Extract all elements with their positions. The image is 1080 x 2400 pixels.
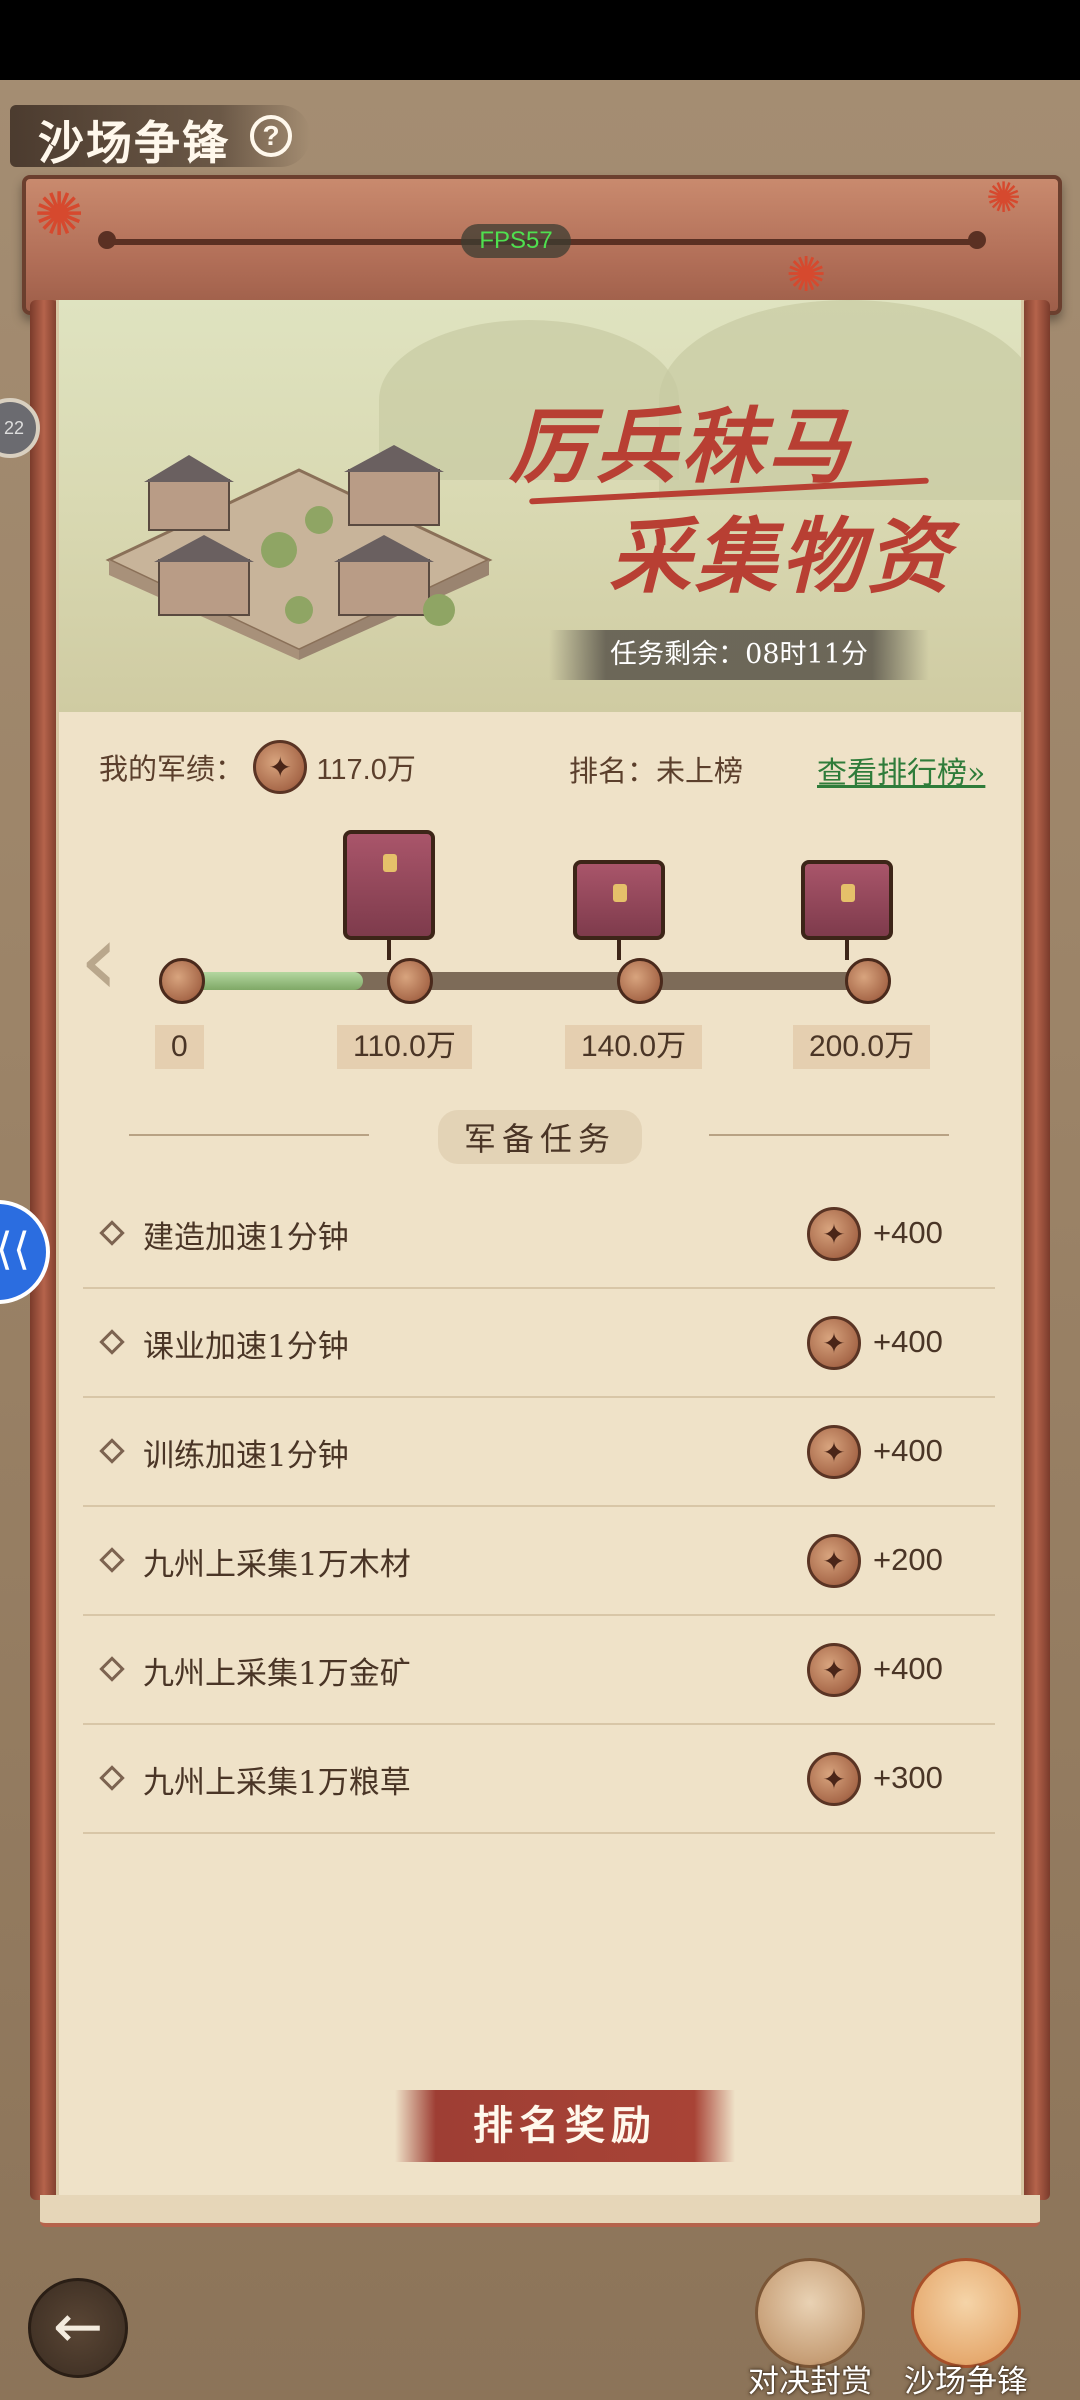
event-banner: 厉兵秣马 采集物资 任务剩余：08时11分 xyxy=(59,300,1021,712)
milestone-progress: ‹ 0 110.0万 140.0万 200.0万 xyxy=(59,820,1021,1080)
banner-title-line2: 采集物资 xyxy=(609,509,953,605)
diamond-bullet-icon xyxy=(99,1547,125,1573)
task-row: 九州上采集1万金矿 +400 xyxy=(83,1616,995,1725)
milestone-node xyxy=(387,958,433,1004)
score-value: 117.0万 xyxy=(316,754,416,786)
view-leaderboard-link[interactable]: 查看排行榜» xyxy=(817,748,985,792)
progress-track xyxy=(169,972,889,990)
divider xyxy=(709,1134,949,1136)
milestone-label: 140.0万 xyxy=(565,1025,703,1069)
tab-duel-rewards[interactable]: 对决封赏 xyxy=(740,2258,880,2400)
reward-chest-opened[interactable] xyxy=(343,830,435,940)
fortress-illustration xyxy=(105,445,493,660)
diamond-bullet-icon xyxy=(99,1656,125,1682)
task-points: +300 xyxy=(873,1760,943,1795)
task-points: +400 xyxy=(873,1324,943,1359)
time-remaining: 任务剩余：08时11分 xyxy=(549,630,929,680)
task-name: 建造加速1分钟 xyxy=(143,1220,349,1256)
task-name: 九州上采集1万木材 xyxy=(143,1547,411,1583)
tasks-section-header: 军备任务 xyxy=(59,1110,1021,1164)
reward-chest[interactable] xyxy=(573,860,665,940)
tab-label: 对决封赏 xyxy=(748,2364,872,2400)
merit-coin-icon xyxy=(807,1752,861,1806)
diamond-bullet-icon xyxy=(99,1329,125,1355)
diamond-bullet-icon xyxy=(99,1220,125,1246)
milestone-node xyxy=(617,958,663,1004)
milestone-label: 200.0万 xyxy=(793,1025,931,1069)
chest-stem xyxy=(387,940,391,960)
status-bar xyxy=(0,0,1080,80)
score-label: 我的军绩： xyxy=(99,752,245,786)
scroll-top-bar: FPS57 ✺ ✺ ✺ xyxy=(22,175,1062,315)
back-arrow-icon[interactable]: ← xyxy=(28,2278,128,2378)
diamond-bullet-icon xyxy=(99,1438,125,1464)
divider xyxy=(129,1134,369,1136)
chevron-left-icon[interactable]: ‹ xyxy=(79,910,119,1010)
tasks-section-title: 军备任务 xyxy=(437,1110,642,1164)
rail-end-right xyxy=(968,231,986,249)
task-name: 训练加速1分钟 xyxy=(143,1438,349,1474)
maple-leaf-icon: ✺ xyxy=(986,173,1022,222)
task-name: 九州上采集1万金矿 xyxy=(143,1656,411,1692)
duel-rewards-icon xyxy=(755,2258,865,2368)
tab-battlefield[interactable]: 沙场争锋 xyxy=(896,2258,1036,2400)
help-icon[interactable]: ? xyxy=(250,115,292,157)
task-row: 建造加速1分钟 +400 xyxy=(83,1180,995,1289)
merit-coin-icon xyxy=(807,1643,861,1697)
rank-rewards-button[interactable]: 排名奖励 xyxy=(395,2090,735,2162)
merit-coin-icon xyxy=(807,1207,861,1261)
page-header: 沙场争锋 ? xyxy=(10,95,330,175)
reward-chest[interactable] xyxy=(801,860,893,940)
task-name: 九州上采集1万粮草 xyxy=(143,1765,411,1801)
merit-coin-icon xyxy=(807,1534,861,1588)
banner-title-line1: 厉兵秣马 xyxy=(509,399,853,495)
task-row: 九州上采集1万粮草 +300 xyxy=(83,1725,995,1834)
battlefield-icon xyxy=(911,2258,1021,2368)
task-row: 训练加速1分钟 +400 xyxy=(83,1398,995,1507)
rail-end-left xyxy=(98,231,116,249)
merit-coin-icon xyxy=(807,1425,861,1479)
milestone-node xyxy=(159,958,205,1004)
chest-stem xyxy=(617,940,621,960)
task-points: +400 xyxy=(873,1651,943,1686)
milestone-label: 0 xyxy=(155,1025,204,1069)
task-points: +400 xyxy=(873,1215,943,1250)
task-points: +200 xyxy=(873,1542,943,1577)
score-row: 我的军绩： 117.0万 排名：未上榜 查看排行榜» xyxy=(99,740,989,800)
merit-coin-icon xyxy=(807,1316,861,1370)
time-remaining-label: 任务剩余： xyxy=(610,639,746,670)
task-points: +400 xyxy=(873,1433,943,1468)
task-list: 建造加速1分钟 +400 课业加速1分钟 +400 训练加速1分钟 +400 九… xyxy=(83,1180,995,1834)
page-title: 沙场争锋 xyxy=(38,116,230,170)
maple-leaf-icon: ✺ xyxy=(34,180,85,250)
task-name: 课业加速1分钟 xyxy=(143,1329,349,1365)
chest-stem xyxy=(845,940,849,960)
milestone-label: 110.0万 xyxy=(337,1025,472,1069)
tab-label: 沙场争锋 xyxy=(904,2364,1028,2400)
scroll-bottom-edge xyxy=(40,2195,1040,2227)
task-row: 九州上采集1万木材 +200 xyxy=(83,1507,995,1616)
scroll-rod-right xyxy=(1022,300,1050,2200)
task-row: 课业加速1分钟 +400 xyxy=(83,1289,995,1398)
rank-status: 排名：未上榜 xyxy=(569,754,744,788)
maple-leaf-icon: ✺ xyxy=(786,247,827,303)
milestone-node xyxy=(845,958,891,1004)
event-panel: 厉兵秣马 采集物资 任务剩余：08时11分 我的军绩： 117.0万 排名：未上… xyxy=(56,300,1024,2220)
fps-badge: FPS57 xyxy=(461,224,571,258)
merit-coin-icon xyxy=(253,740,308,794)
time-remaining-value: 08时11分 xyxy=(745,639,868,670)
diamond-bullet-icon xyxy=(99,1765,125,1791)
